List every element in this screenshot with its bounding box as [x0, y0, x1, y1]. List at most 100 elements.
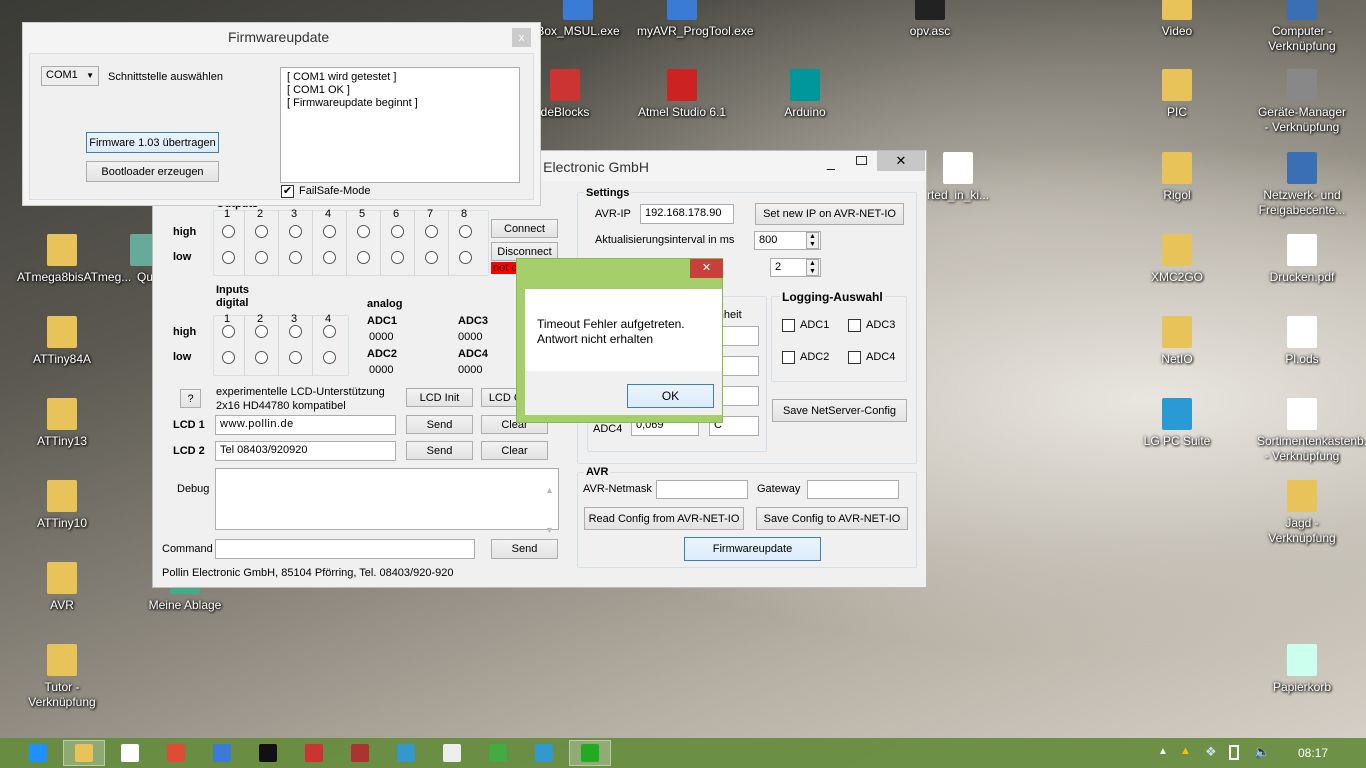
command-send-button[interactable]: Send: [491, 539, 558, 559]
taskbar-app-game[interactable]: [293, 740, 335, 766]
log-adc2-checkbox[interactable]: [782, 351, 795, 364]
out-low-radio[interactable]: [255, 251, 268, 264]
taskbar-app-remote-desktop[interactable]: [201, 740, 243, 766]
connect-button[interactable]: Connect: [491, 219, 558, 238]
log-adc1-checkbox[interactable]: [782, 319, 795, 332]
dropbox-icon[interactable]: ❖: [1205, 744, 1217, 760]
out-low-radio[interactable]: [425, 251, 438, 264]
desktop-icon[interactable]: opv.asc: [885, 0, 975, 39]
save-netserver-config-button[interactable]: Save NetServer-Config: [772, 399, 907, 422]
taskbar-app-tools[interactable]: [477, 740, 519, 766]
netmask-input[interactable]: [656, 480, 748, 499]
desktop-icon[interactable]: Papierkorb: [1257, 644, 1347, 695]
out-low-radio[interactable]: [459, 251, 472, 264]
read-config-button[interactable]: Read Config from AVR-NET-IO: [584, 507, 744, 530]
save-config-button[interactable]: Save Config to AVR-NET-IO: [756, 507, 908, 530]
taskbar-app-hp[interactable]: [109, 740, 151, 766]
out-high-radio[interactable]: [323, 225, 336, 238]
out-high-radio[interactable]: [222, 225, 235, 238]
desktop-icon[interactable]: Pl.ods: [1257, 316, 1347, 367]
out-high-radio[interactable]: [391, 225, 404, 238]
out-low-radio[interactable]: [357, 251, 370, 264]
desktop-icon[interactable]: Drucken.pdf: [1257, 234, 1347, 285]
in-high-radio[interactable]: [222, 325, 235, 338]
desktop-icon[interactable]: Sortimentenkästenb... - Verknüpfung: [1257, 398, 1366, 464]
gateway-input[interactable]: [807, 480, 899, 499]
taskbar-app-command-prompt[interactable]: [247, 740, 289, 766]
taskbar-app-tool[interactable]: [523, 740, 565, 766]
failsafe-checkbox[interactable]: ✔: [281, 185, 294, 198]
log-adc4-checkbox[interactable]: [848, 351, 861, 364]
desktop-icon[interactable]: Box_MSUL.exe: [533, 0, 623, 39]
desktop-icon[interactable]: Computer - Verknüpfung: [1257, 0, 1347, 54]
desktop-icon[interactable]: ATTiny84A: [17, 316, 107, 367]
lcd-init-button[interactable]: LCD Init: [406, 388, 473, 407]
show-hidden-icons[interactable]: ▲: [1158, 746, 1168, 757]
lcd2-input[interactable]: Tel 08403/920920: [215, 441, 396, 461]
taskbar-app-calculator[interactable]: [431, 740, 473, 766]
desktop-icon[interactable]: Rigol: [1132, 152, 1222, 203]
avr-ip-input[interactable]: 192.168.178.90: [640, 204, 734, 224]
taskbar-app-internet-explorer[interactable]: [17, 740, 59, 766]
second-spinner[interactable]: ▲ ▼: [806, 259, 819, 276]
lcd2-send-button[interactable]: Send: [406, 441, 473, 460]
battery-icon[interactable]: [1229, 745, 1239, 760]
out-low-radio[interactable]: [391, 251, 404, 264]
desktop-icon[interactable]: Geräte-Manager - Verknüpfung: [1257, 69, 1347, 135]
desktop-icon[interactable]: Arduino: [760, 69, 850, 120]
ok-button[interactable]: OK: [627, 384, 714, 408]
clock[interactable]: 08:17: [1298, 746, 1328, 760]
desktop-icon[interactable]: Jagd - Verknüpfung: [1257, 480, 1347, 546]
desktop-icon[interactable]: ATTiny10: [17, 480, 107, 531]
in-high-radio[interactable]: [289, 325, 302, 338]
desktop-icon[interactable]: PIC: [1132, 69, 1222, 120]
in-low-radio[interactable]: [289, 351, 302, 364]
in-low-radio[interactable]: [323, 351, 336, 364]
google-drive-icon[interactable]: ▲: [1180, 745, 1191, 757]
help-button[interactable]: ?: [180, 389, 201, 408]
desktop-icon[interactable]: AVR: [17, 562, 107, 613]
volume-icon[interactable]: 🔈: [1254, 744, 1270, 760]
firmware-dialog-close-button[interactable]: x: [512, 28, 531, 47]
lcd1-input[interactable]: www.pollin.de: [215, 415, 396, 435]
debug-textarea[interactable]: [215, 468, 559, 530]
command-input[interactable]: [215, 539, 475, 559]
out-low-radio[interactable]: [222, 251, 235, 264]
desktop-icon[interactable]: Atmel Studio 6.1: [637, 69, 727, 120]
desktop-icon[interactable]: myAVR_ProgTool.exe: [637, 0, 754, 39]
desktop-icon[interactable]: XMC2GO: [1132, 234, 1222, 285]
set-new-ip-button[interactable]: Set new IP on AVR-NET-IO: [755, 203, 904, 225]
out-low-radio[interactable]: [323, 251, 336, 264]
desktop-icon[interactable]: LG PC Suite: [1132, 398, 1222, 449]
log-adc3-checkbox[interactable]: [848, 319, 861, 332]
desktop-icon[interactable]: Tutor - Verknüpfung: [17, 644, 107, 710]
in-high-radio[interactable]: [323, 325, 336, 338]
taskbar-app-file-explorer[interactable]: [63, 740, 105, 766]
message-box-close-button[interactable]: ✕: [690, 259, 723, 278]
in-low-radio[interactable]: [222, 351, 235, 364]
out-high-radio[interactable]: [425, 225, 438, 238]
out-low-radio[interactable]: [289, 251, 302, 264]
debug-scrollbar[interactable]: ▲ ▼: [545, 470, 554, 550]
out-high-radio[interactable]: [289, 225, 302, 238]
taskbar-app-chrome[interactable]: [155, 740, 197, 766]
taskbar-app-network[interactable]: [385, 740, 427, 766]
desktop-icon[interactable]: NetIO: [1132, 316, 1222, 367]
firmwareupdate-button[interactable]: Firmwareupdate: [684, 537, 821, 561]
out-high-radio[interactable]: [255, 225, 268, 238]
interval-spinner[interactable]: ▲ ▼: [806, 232, 819, 249]
com-port-select[interactable]: COM1 ▼: [41, 66, 99, 86]
lcd2-clear-button[interactable]: Clear: [481, 441, 548, 460]
in-high-radio[interactable]: [255, 325, 268, 338]
lcd1-send-button[interactable]: Send: [406, 415, 473, 434]
out-high-radio[interactable]: [459, 225, 472, 238]
create-bootloader-button[interactable]: Bootloader erzeugen: [86, 161, 219, 182]
out-high-radio[interactable]: [357, 225, 370, 238]
taskbar-app-media[interactable]: [339, 740, 381, 766]
desktop-icon[interactable]: ATmega8bisATmeg...: [17, 234, 131, 285]
taskbar-app-netserver[interactable]: [569, 740, 611, 766]
desktop-icon[interactable]: Video: [1132, 0, 1222, 39]
desktop-icon[interactable]: Netzwerk- und Freigabecente...: [1257, 152, 1347, 218]
transfer-firmware-button[interactable]: Firmware 1.03 übertragen: [86, 132, 219, 153]
in-low-radio[interactable]: [255, 351, 268, 364]
